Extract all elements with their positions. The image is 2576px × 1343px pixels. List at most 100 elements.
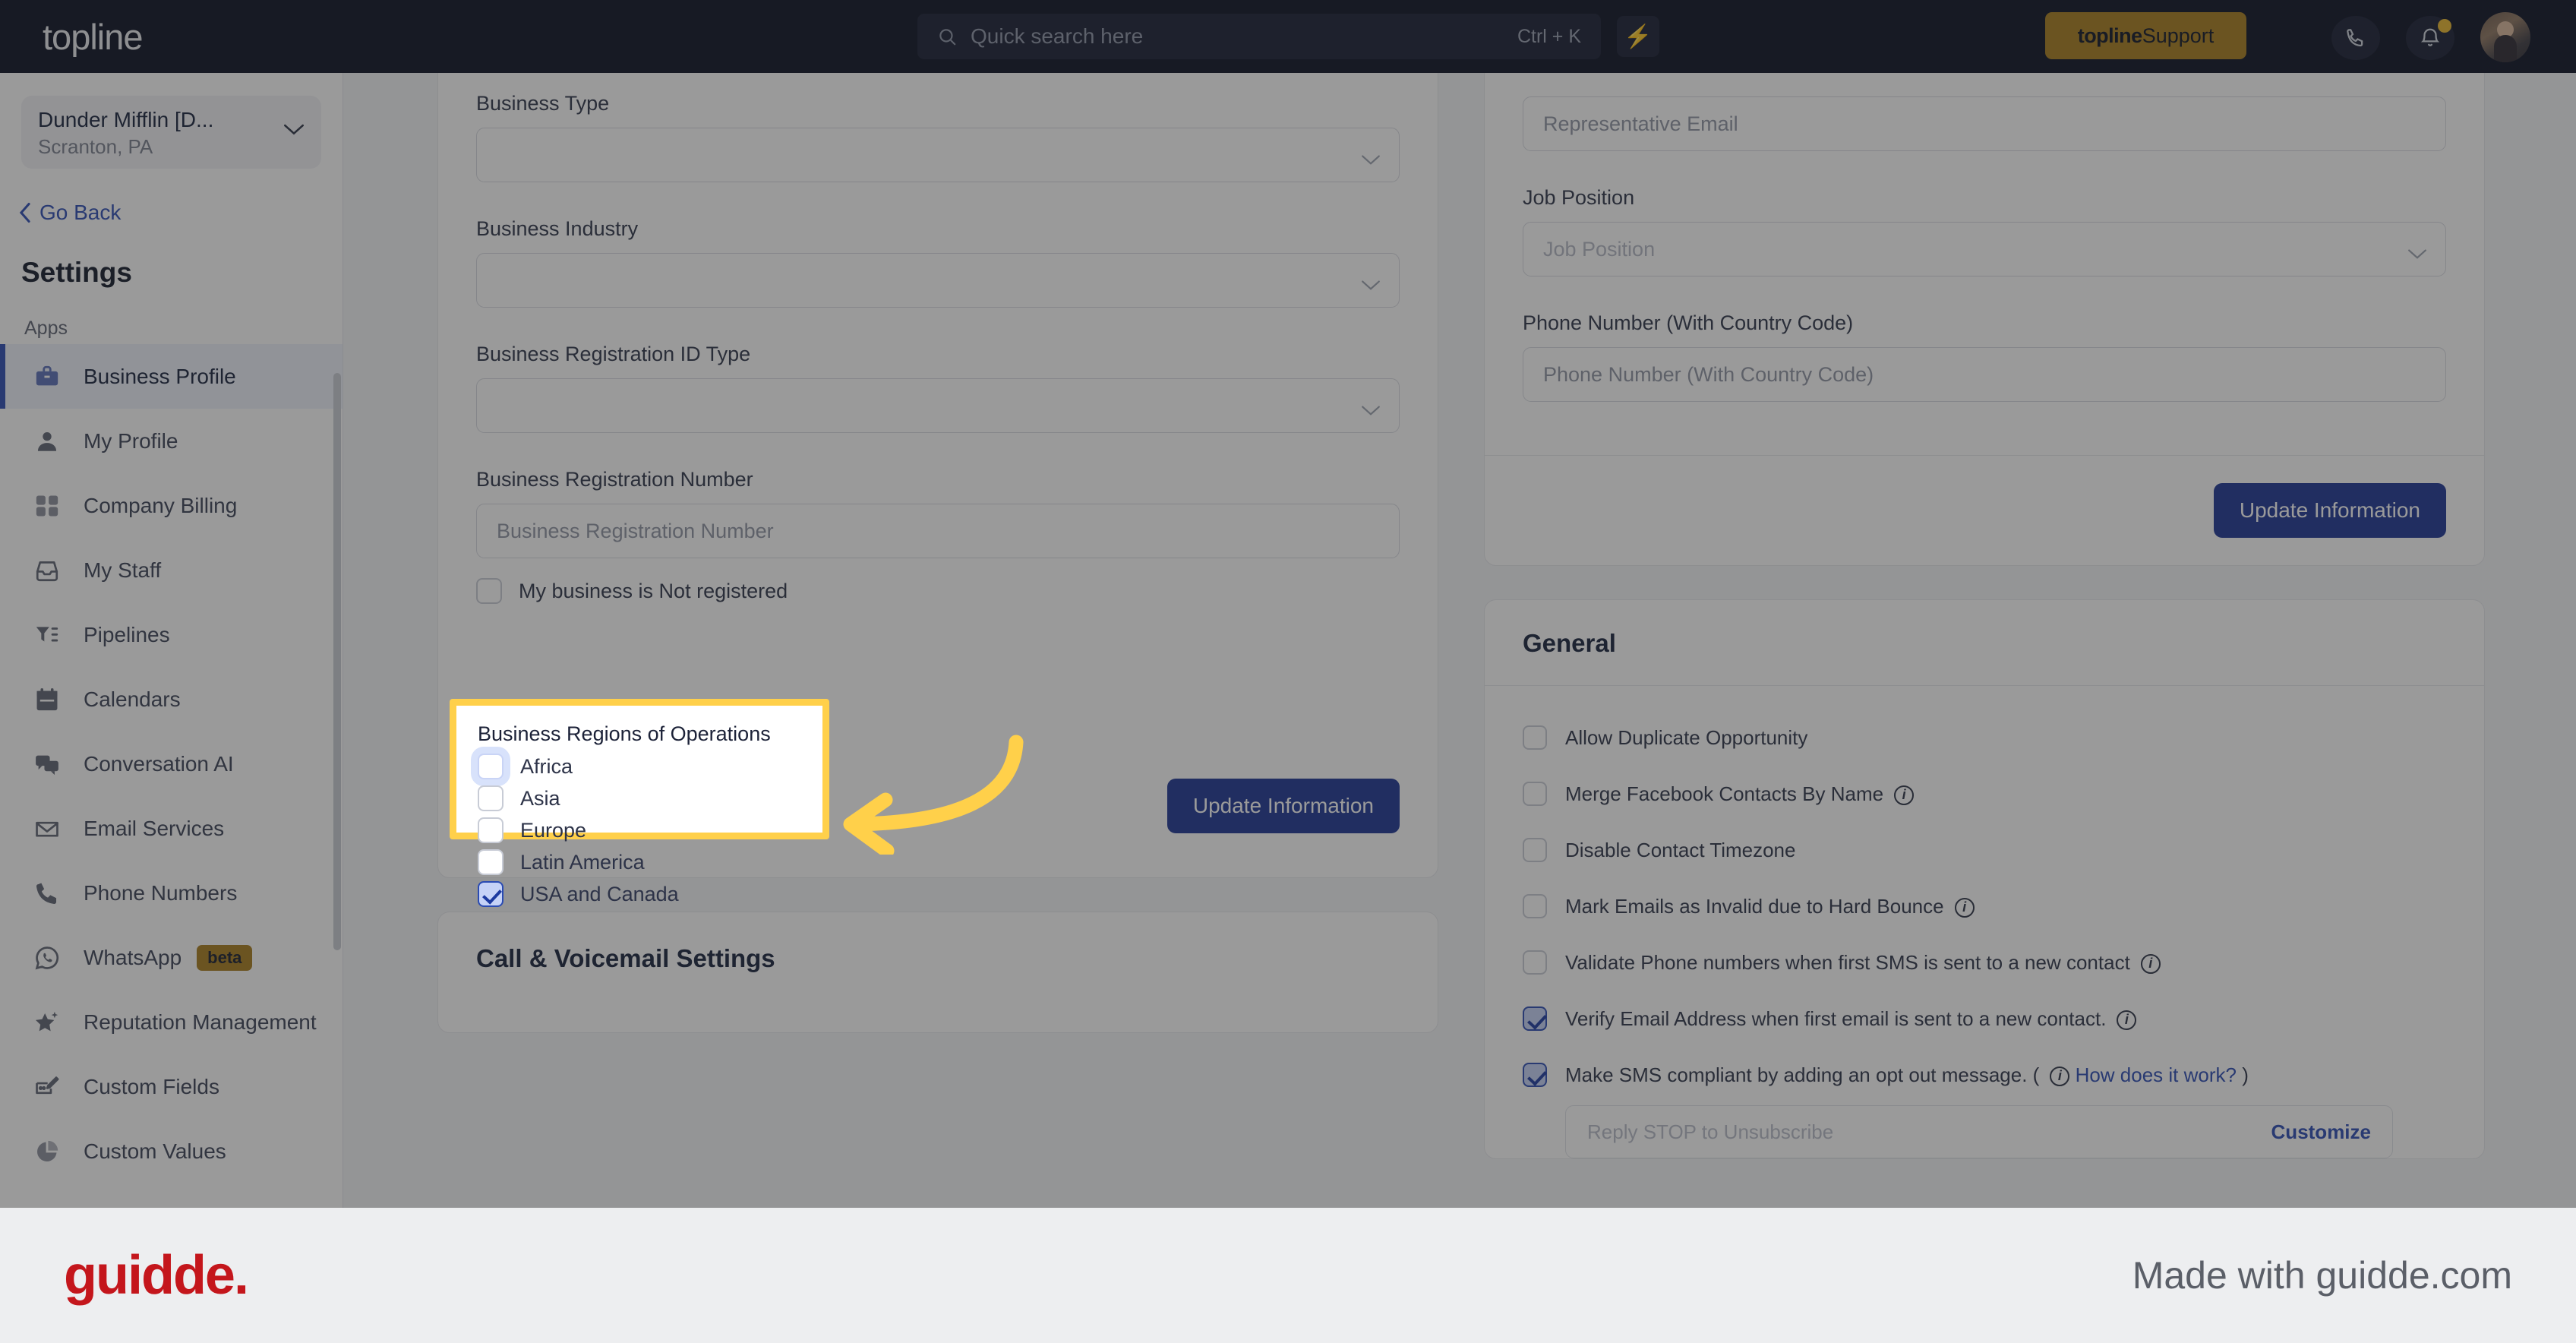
update-information-button-left[interactable]: Update Information [1166,779,1400,833]
search-input[interactable]: Quick search here Ctrl + K [917,14,1601,59]
app-logo[interactable]: topline [43,16,143,58]
business-registration-id-type-select[interactable] [476,378,1400,433]
sidebar-item-label: My Profile [84,428,178,453]
chat-bubbles-icon [32,749,62,779]
avatar[interactable] [2480,12,2530,62]
customize-link[interactable]: Customize [2271,1120,2371,1144]
pie-chart-icon [32,1136,62,1167]
bell-icon[interactable] [2406,16,2454,60]
info-icon[interactable]: i [1954,897,1975,918]
sidebar-item-label: WhatsApp [84,945,182,969]
business-type-select[interactable] [476,128,1400,182]
general-option-checkbox[interactable] [1523,782,1547,806]
phone-icon[interactable] [2331,16,2380,60]
annotation-arrow [828,725,1025,858]
not-registered-checkbox[interactable] [476,578,502,604]
info-icon[interactable]: i [2140,953,2161,974]
region-option-asia[interactable]: Asia [478,785,822,811]
job-position-select[interactable]: Job Position [1523,222,2446,276]
general-option-label: Disable Contact Timezone [1565,838,1796,861]
phone-number-input[interactable]: Phone Number (With Country Code) [1523,347,2446,402]
general-option-label: Mark Emails as Invalid due to Hard Bounc… [1565,894,1944,918]
highlight-callout-business-regions: Business Regions of Operations Africa Asi… [450,699,829,907]
envelope-icon [32,814,62,844]
support-button[interactable]: topline Support [2045,12,2246,59]
not-registered-checkbox-row[interactable]: My business is Not registered [476,578,1400,604]
support-label: Support [2142,24,2215,47]
general-option-row[interactable]: Merge Facebook Contacts By Name i [1523,782,2446,806]
made-with-guidde-text: Made with guidde.com [2132,1254,2512,1297]
chevron-down-icon [283,123,305,141]
sidebar-item-phone-numbers[interactable]: Phone Numbers [0,861,343,925]
optout-message-input[interactable]: Reply STOP to Unsubscribe Customize [1565,1105,2393,1158]
business-regions-options: Africa Asia Europe Latin America USA and Can… [478,754,822,907]
general-option-row[interactable]: Validate Phone numbers when first SMS is… [1523,950,2446,975]
chevron-down-icon [1361,148,1381,172]
region-checkbox[interactable] [478,817,504,843]
region-checkbox[interactable] [478,881,504,907]
sidebar-item-custom-values[interactable]: Custom Values [0,1119,343,1183]
paren-close: ) [2237,1063,2249,1086]
phone-number-label: Phone Number (With Country Code) [1523,311,1854,334]
chevron-down-icon [1361,273,1381,297]
representative-email-placeholder: Representative Email [1543,112,1738,135]
not-registered-label: My business is Not registered [519,579,788,602]
lightning-bolt-icon[interactable]: ⚡ [1617,16,1659,57]
top-navigation-bar: topline Quick search here Ctrl + K ⚡ top… [0,0,2576,73]
sidebar-item-calendars[interactable]: Calendars [0,667,343,732]
region-option-africa[interactable]: Africa [478,754,822,779]
region-label: USA and Canada [520,882,679,905]
general-option-label: Merge Facebook Contacts By Name [1565,782,1884,805]
update-information-button-right[interactable]: Update Information [2213,483,2446,538]
info-icon[interactable]: i [2117,1010,2137,1030]
sidebar-scrollbar[interactable] [333,373,341,950]
sidebar-item-pipelines[interactable]: Pipelines [0,602,343,667]
sidebar-item-business-profile[interactable]: Business Profile [0,344,343,409]
application-window: topline Quick search here Ctrl + K ⚡ top… [0,0,2576,1343]
sidebar-item-whatsapp[interactable]: WhatsApp beta [0,925,343,990]
paren-open: ( [2027,1063,2040,1086]
representative-email-input[interactable]: Representative Email [1523,96,2446,151]
region-checkbox[interactable] [478,849,504,875]
guidde-footer: guidde. Made with guidde.com [0,1208,2576,1343]
region-option-europe[interactable]: Europe [478,817,822,843]
general-option-checkbox[interactable] [1523,838,1547,862]
general-option-checkbox[interactable] [1523,725,1547,750]
phone-number-placeholder: Phone Number (With Country Code) [1543,362,1874,386]
region-option-latin-america[interactable]: Latin America [478,849,822,875]
business-registration-number-input[interactable]: Business Registration Number [476,504,1400,558]
general-option-checkbox[interactable] [1523,1063,1547,1087]
sidebar-item-company-billing[interactable]: Company Billing [0,473,343,538]
general-option-row[interactable]: Mark Emails as Invalid due to Hard Bounc… [1523,894,2446,918]
general-option-text: Verify Email Address when first email is… [1565,1007,2137,1031]
region-label: Latin America [520,850,645,874]
business-registration-id-type-label: Business Registration ID Type [476,343,751,365]
general-option-checkbox[interactable] [1523,1006,1547,1031]
sidebar-item-my-staff[interactable]: My Staff [0,538,343,602]
general-option-row[interactable]: Verify Email Address when first email is… [1523,1006,2446,1031]
how-does-it-work-link[interactable]: How does it work? [2069,1063,2237,1086]
general-option-row[interactable]: Make SMS compliant by adding an opt out … [1523,1063,2446,1087]
general-option-checkbox[interactable] [1523,950,1547,975]
business-industry-select[interactable] [476,253,1400,308]
sidebar-item-conversation-ai[interactable]: Conversation AI [0,732,343,796]
region-checkbox[interactable] [478,785,504,811]
sidebar-item-my-profile[interactable]: My Profile [0,409,343,473]
sidebar-group-label: Apps [24,318,68,339]
general-option-row[interactable]: Allow Duplicate Opportunity [1523,725,2446,750]
general-option-row[interactable]: Disable Contact Timezone [1523,838,2446,862]
sidebar-item-reputation-management[interactable]: Reputation Management [0,990,343,1054]
sidebar-item-label: My Staff [84,558,162,582]
whatsapp-icon [32,943,62,973]
edit-field-icon [32,1072,62,1102]
region-option-usa-and-canada[interactable]: USA and Canada [478,881,822,907]
region-checkbox[interactable] [478,754,504,779]
org-switcher[interactable]: Dunder Mifflin [D... Scranton, PA [21,96,321,169]
info-icon[interactable]: i [1894,785,1915,805]
general-option-checkbox[interactable] [1523,894,1547,918]
sidebar-item-custom-fields[interactable]: Custom Fields [0,1054,343,1119]
sidebar-item-email-services[interactable]: Email Services [0,796,343,861]
calculator-icon [32,491,62,521]
info-icon[interactable]: i [2050,1066,2070,1086]
go-back-link[interactable]: Go Back [18,201,343,225]
